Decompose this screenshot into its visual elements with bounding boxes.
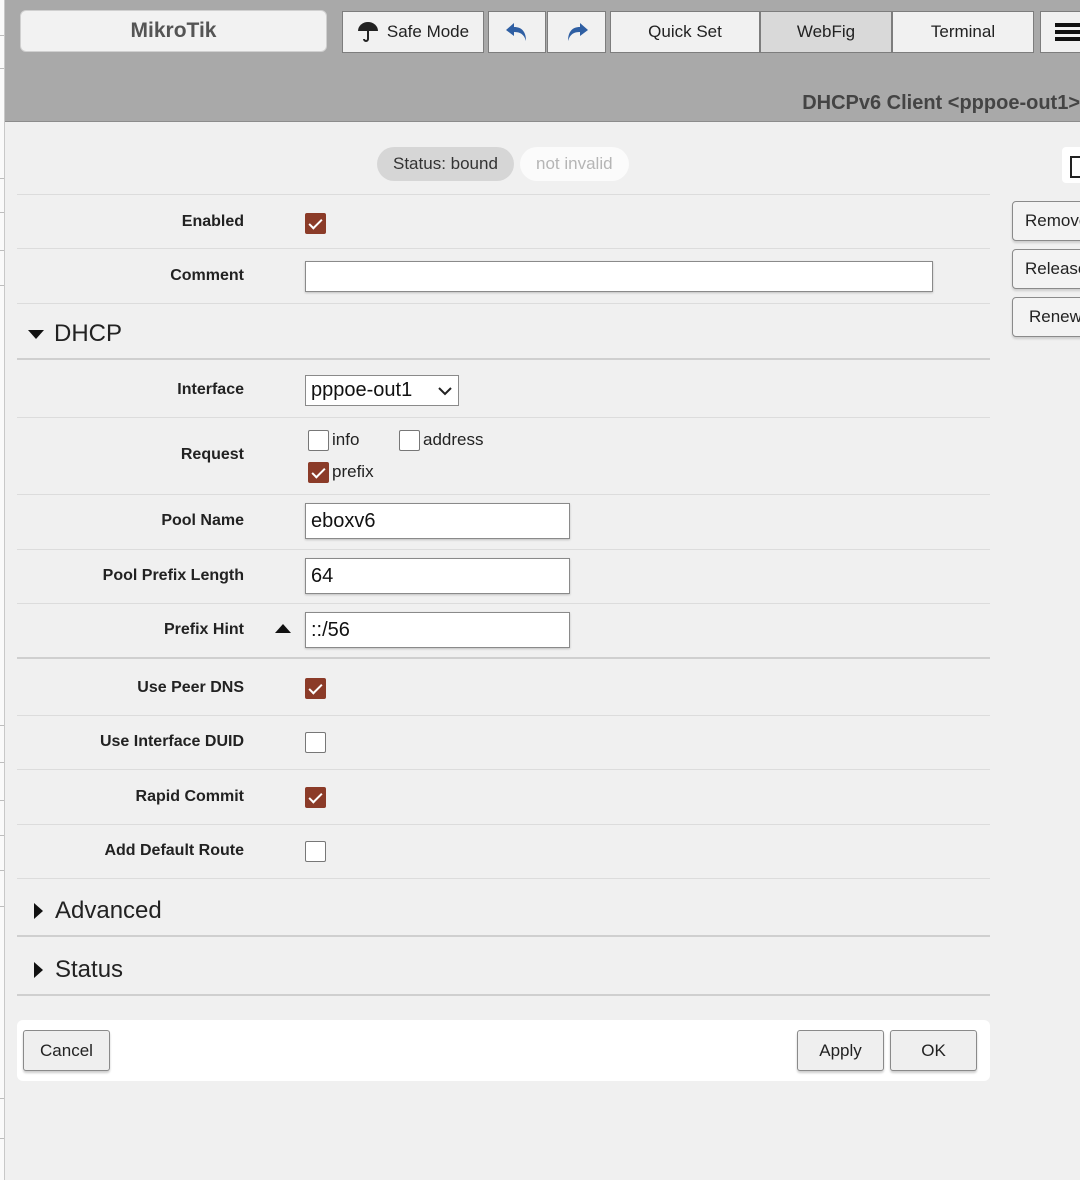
apply-button[interactable]: Apply xyxy=(797,1030,884,1071)
request-info-checkbox[interactable] xyxy=(308,430,329,451)
top-bar: MikroTik Safe Mode Quick Set WebFig Term… xyxy=(5,0,1080,122)
pool-prefix-length-label: Pool Prefix Length xyxy=(102,567,244,584)
comment-label: Comment xyxy=(170,267,244,284)
menu-button[interactable] xyxy=(1040,11,1080,53)
cancel-button[interactable]: Cancel xyxy=(23,1030,110,1071)
expand-triangle-icon xyxy=(34,962,43,978)
add-default-route-checkbox[interactable] xyxy=(305,841,326,862)
enabled-label: Enabled xyxy=(181,213,244,230)
tab-terminal[interactable]: Terminal xyxy=(892,11,1034,53)
request-prefix-checkbox[interactable] xyxy=(308,462,329,483)
status-section-header[interactable]: Status xyxy=(17,946,990,996)
tab-quick-set[interactable]: Quick Set xyxy=(610,11,760,53)
remove-button[interactable]: Remove xyxy=(1012,201,1080,241)
interface-label: Interface xyxy=(177,381,244,398)
status-section-title: Status xyxy=(55,956,124,983)
dhcp-section-header[interactable]: DHCP xyxy=(17,310,990,360)
prefix-hint-row: Prefix Hint ::/56 xyxy=(17,604,990,659)
prefix-hint-label: Prefix Hint xyxy=(163,621,244,638)
advanced-section-header[interactable]: Advanced xyxy=(17,887,990,937)
safe-mode-button[interactable]: Safe Mode xyxy=(342,11,484,53)
fullscreen-icon[interactable] xyxy=(1062,147,1080,183)
request-info-label: info xyxy=(332,430,360,449)
pool-prefix-length-field[interactable]: 64 xyxy=(305,558,570,594)
interface-select[interactable]: pppoe-out1 xyxy=(305,375,459,406)
rapid-commit-label: Rapid Commit xyxy=(135,788,244,805)
enabled-row: Enabled xyxy=(17,195,990,249)
undo-button[interactable] xyxy=(488,11,546,53)
request-address-checkbox[interactable] xyxy=(399,430,420,451)
comment-row: Comment xyxy=(17,249,990,304)
interface-value: pppoe-out1 xyxy=(311,379,413,401)
pool-prefix-length-row: Pool Prefix Length 64 xyxy=(17,550,990,604)
pool-name-label: Pool Name xyxy=(161,512,244,529)
pool-name-field[interactable]: eboxv6 xyxy=(305,503,570,539)
use-interface-duid-label: Use Interface DUID xyxy=(99,733,244,750)
page-title: DHCPv6 Client <pppoe-out1> xyxy=(802,92,1080,114)
redo-icon xyxy=(564,20,590,44)
rapid-commit-row: Rapid Commit xyxy=(17,770,990,825)
umbrella-icon xyxy=(357,21,379,43)
rapid-commit-checkbox[interactable] xyxy=(305,787,326,808)
request-row: Request info address prefix xyxy=(17,418,990,495)
hamburger-icon xyxy=(1055,20,1080,44)
expand-triangle-icon xyxy=(34,903,43,919)
use-peer-dns-label: Use Peer DNS xyxy=(137,679,244,696)
use-interface-duid-checkbox[interactable] xyxy=(305,732,326,753)
interface-row: Interface pppoe-out1 xyxy=(17,363,990,418)
comment-field[interactable] xyxy=(305,261,933,292)
pool-name-row: Pool Name eboxv6 xyxy=(17,495,990,550)
prefix-hint-field[interactable]: ::/56 xyxy=(305,612,570,648)
status-badge: Status: bound xyxy=(377,147,514,181)
request-prefix-label: prefix xyxy=(332,462,374,481)
request-address-label: address xyxy=(423,430,484,449)
brand-label: MikroTik xyxy=(20,10,327,52)
safe-mode-label: Safe Mode xyxy=(386,22,470,41)
tab-webfig[interactable]: WebFig xyxy=(760,11,892,53)
request-label: Request xyxy=(180,446,244,463)
left-gutter xyxy=(0,0,5,1180)
use-interface-duid-row: Use Interface DUID xyxy=(17,716,990,770)
advanced-section-title: Advanced xyxy=(55,897,162,924)
invalid-badge: not invalid xyxy=(520,147,629,181)
collapse-up-icon[interactable] xyxy=(275,624,291,633)
collapse-triangle-icon xyxy=(28,329,44,339)
use-peer-dns-row: Use Peer DNS xyxy=(17,661,990,716)
renew-button[interactable]: Renew xyxy=(1012,297,1080,337)
add-default-route-label: Add Default Route xyxy=(104,842,244,859)
chevron-down-icon xyxy=(438,379,452,402)
ok-button[interactable]: OK xyxy=(890,1030,977,1071)
enabled-checkbox[interactable] xyxy=(305,213,326,234)
dialog-footer: Cancel Apply OK xyxy=(17,1020,990,1081)
dhcp-section-title: DHCP xyxy=(54,320,123,347)
add-default-route-row: Add Default Route xyxy=(17,825,990,879)
redo-button[interactable] xyxy=(547,11,606,53)
use-peer-dns-checkbox[interactable] xyxy=(305,678,326,699)
undo-icon xyxy=(504,20,530,44)
release-button[interactable]: Release xyxy=(1012,249,1080,289)
